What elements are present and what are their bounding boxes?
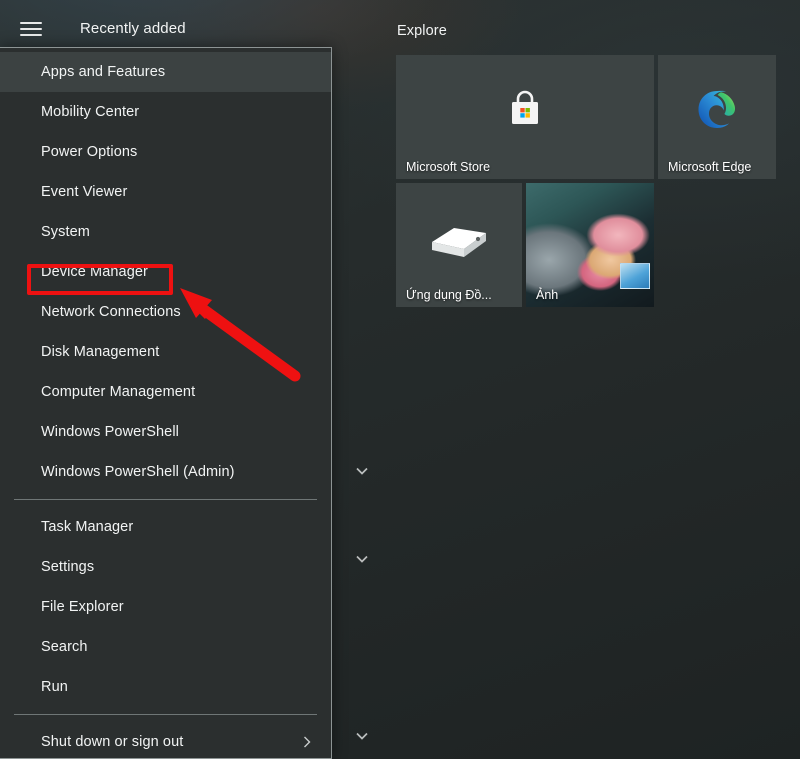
- menu-item-label: Event Viewer: [41, 184, 128, 200]
- menu-item-label: Windows PowerShell: [41, 424, 179, 440]
- menu-item-search[interactable]: Search: [0, 627, 331, 667]
- menu-item-shut-down-or-sign-out[interactable]: Shut down or sign out: [0, 722, 331, 759]
- menu-item-task-manager[interactable]: Task Manager: [0, 507, 331, 547]
- menu-item-label: Apps and Features: [41, 64, 166, 80]
- menu-item-file-explorer[interactable]: File Explorer: [0, 587, 331, 627]
- photo-overlay-badge: [620, 263, 650, 289]
- microsoft-store-icon: [512, 90, 538, 124]
- tile-microsoft-edge[interactable]: Microsoft Edge: [658, 55, 776, 179]
- chevron-down-icon[interactable]: [354, 728, 370, 744]
- menu-item-event-viewer[interactable]: Event Viewer: [0, 172, 331, 212]
- hamburger-menu-icon[interactable]: [20, 20, 42, 38]
- menu-item-label: Task Manager: [41, 519, 134, 535]
- explore-group-heading: Explore: [397, 23, 447, 39]
- menu-item-label: Run: [41, 679, 68, 695]
- menu-item-network-connections[interactable]: Network Connections: [0, 292, 331, 332]
- microsoft-edge-icon: [698, 90, 736, 128]
- menu-item-settings[interactable]: Settings: [0, 547, 331, 587]
- chevron-down-icon[interactable]: [354, 463, 370, 479]
- menu-item-computer-management[interactable]: Computer Management: [0, 372, 331, 412]
- hamburger-bar: [20, 22, 42, 24]
- chevron-right-icon: [304, 736, 311, 748]
- menu-item-apps-and-features[interactable]: Apps and Features: [0, 52, 331, 92]
- menu-separator: [14, 714, 317, 715]
- tile-ung-dung-do-hoa[interactable]: Ứng dụng Đồ...: [396, 183, 522, 307]
- menu-item-label: Disk Management: [41, 344, 160, 360]
- tile-anh-photos[interactable]: Ảnh: [526, 183, 654, 307]
- recently-added-heading: Recently added: [80, 20, 186, 37]
- tile-label: Ảnh: [536, 288, 559, 302]
- menu-item-system[interactable]: System: [0, 212, 331, 252]
- menu-item-label: Computer Management: [41, 384, 196, 400]
- menu-item-run[interactable]: Run: [0, 667, 331, 707]
- chevron-down-icon[interactable]: [354, 551, 370, 567]
- menu-item-mobility-center[interactable]: Mobility Center: [0, 92, 331, 132]
- menu-item-windows-powershell[interactable]: Windows PowerShell: [0, 412, 331, 452]
- tile-microsoft-store[interactable]: Microsoft Store: [396, 55, 654, 179]
- menu-item-windows-powershell-admin[interactable]: Windows PowerShell (Admin): [0, 452, 331, 492]
- hamburger-bar: [20, 28, 42, 30]
- menu-item-device-manager[interactable]: Device Manager: [0, 252, 331, 292]
- winx-context-menu: Apps and Features Mobility Center Power …: [0, 47, 332, 759]
- tile-label: Microsoft Store: [406, 160, 491, 174]
- menu-item-label: Search: [41, 639, 88, 655]
- menu-item-label: Settings: [41, 559, 95, 575]
- hamburger-bar: [20, 34, 42, 36]
- menu-item-power-options[interactable]: Power Options: [0, 132, 331, 172]
- menu-item-label: Windows PowerShell (Admin): [41, 464, 235, 480]
- three-d-viewer-icon: [432, 227, 486, 257]
- menu-item-label: Mobility Center: [41, 104, 140, 120]
- tile-label: Ứng dụng Đồ...: [406, 288, 492, 302]
- menu-item-label: Power Options: [41, 144, 138, 160]
- start-menu-screen: Recently added Explore Microsoft Store M…: [0, 0, 800, 759]
- menu-item-label: Shut down or sign out: [41, 734, 184, 750]
- menu-item-label: Network Connections: [41, 304, 181, 320]
- tile-label: Microsoft Edge: [668, 160, 752, 174]
- menu-item-label: Device Manager: [41, 264, 148, 280]
- menu-separator: [14, 499, 317, 500]
- menu-item-label: System: [41, 224, 90, 240]
- menu-item-disk-management[interactable]: Disk Management: [0, 332, 331, 372]
- menu-item-label: File Explorer: [41, 599, 124, 615]
